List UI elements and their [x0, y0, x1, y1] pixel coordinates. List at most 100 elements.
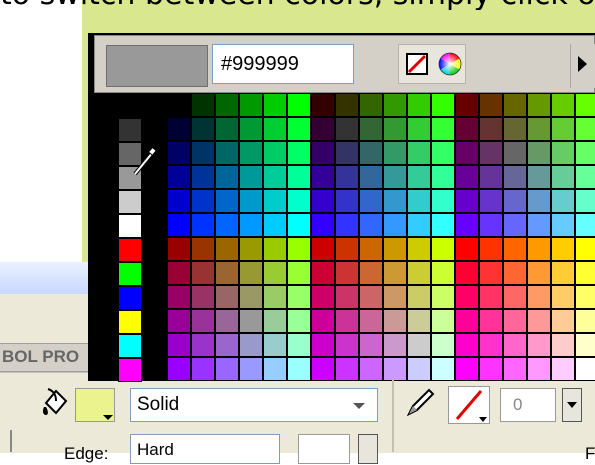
color-swatch[interactable] — [288, 238, 310, 260]
color-swatch[interactable] — [336, 334, 358, 356]
color-swatch[interactable] — [552, 334, 574, 356]
color-swatch[interactable] — [336, 166, 358, 188]
stroke-width-input[interactable]: 0 — [500, 388, 556, 422]
color-swatch[interactable] — [528, 334, 550, 356]
basic-color-swatch[interactable] — [118, 214, 142, 238]
color-swatch[interactable] — [408, 190, 430, 212]
color-swatch[interactable] — [552, 94, 574, 116]
color-swatch[interactable] — [312, 94, 334, 116]
color-swatch[interactable] — [240, 190, 262, 212]
color-swatch[interactable] — [576, 166, 595, 188]
color-swatch[interactable] — [504, 334, 526, 356]
color-swatch[interactable] — [552, 118, 574, 140]
edge-value-input[interactable] — [298, 434, 350, 464]
color-swatch[interactable] — [384, 334, 406, 356]
color-swatch[interactable] — [432, 94, 454, 116]
color-swatch[interactable] — [216, 190, 238, 212]
color-swatch[interactable] — [528, 310, 550, 332]
color-swatch[interactable] — [336, 214, 358, 236]
color-swatch[interactable] — [576, 190, 595, 212]
color-wheel-icon[interactable] — [438, 52, 462, 76]
color-swatch[interactable] — [480, 310, 502, 332]
no-color-icon[interactable] — [406, 53, 428, 75]
color-swatch[interactable] — [360, 94, 382, 116]
color-swatch[interactable] — [384, 310, 406, 332]
color-swatch[interactable] — [384, 142, 406, 164]
color-swatch[interactable] — [504, 310, 526, 332]
color-swatch[interactable] — [576, 358, 595, 380]
color-swatch[interactable] — [456, 262, 478, 284]
color-swatch[interactable] — [384, 262, 406, 284]
color-swatch[interactable] — [384, 166, 406, 188]
color-swatch[interactable] — [576, 310, 595, 332]
color-swatch[interactable] — [312, 334, 334, 356]
color-swatch[interactable] — [288, 262, 310, 284]
color-swatch[interactable] — [360, 166, 382, 188]
color-swatch[interactable] — [336, 286, 358, 308]
color-swatch[interactable] — [576, 334, 595, 356]
color-swatch[interactable] — [240, 310, 262, 332]
color-swatch[interactable] — [312, 142, 334, 164]
color-swatch[interactable] — [504, 238, 526, 260]
color-swatch[interactable] — [432, 166, 454, 188]
color-swatch[interactable] — [432, 190, 454, 212]
basic-color-swatch[interactable] — [118, 262, 142, 286]
color-swatch[interactable] — [384, 286, 406, 308]
color-swatch[interactable] — [264, 166, 286, 188]
color-swatch[interactable] — [504, 94, 526, 116]
color-swatch[interactable] — [552, 166, 574, 188]
color-swatch[interactable] — [504, 166, 526, 188]
color-swatch[interactable] — [384, 190, 406, 212]
color-swatch[interactable] — [360, 142, 382, 164]
color-swatch[interactable] — [288, 118, 310, 140]
color-swatch[interactable] — [240, 142, 262, 164]
color-swatch[interactable] — [504, 214, 526, 236]
color-swatch[interactable] — [480, 334, 502, 356]
color-swatch[interactable] — [312, 358, 334, 380]
color-swatch[interactable] — [552, 238, 574, 260]
color-swatch[interactable] — [576, 142, 595, 164]
color-swatch[interactable] — [456, 190, 478, 212]
color-swatch[interactable] — [552, 358, 574, 380]
color-swatch[interactable] — [168, 94, 190, 116]
color-swatch[interactable] — [264, 118, 286, 140]
color-swatch[interactable] — [192, 142, 214, 164]
color-swatch[interactable] — [408, 166, 430, 188]
color-swatch[interactable] — [312, 214, 334, 236]
color-swatch[interactable] — [456, 118, 478, 140]
color-swatch[interactable] — [528, 190, 550, 212]
color-swatch[interactable] — [312, 310, 334, 332]
color-swatch[interactable] — [576, 94, 595, 116]
color-swatch[interactable] — [480, 286, 502, 308]
color-swatch[interactable] — [264, 262, 286, 284]
color-swatch[interactable] — [336, 118, 358, 140]
color-swatch[interactable] — [216, 94, 238, 116]
color-swatch[interactable] — [312, 190, 334, 212]
color-swatch[interactable] — [552, 310, 574, 332]
color-swatch[interactable] — [504, 118, 526, 140]
color-swatch[interactable] — [456, 94, 478, 116]
color-swatch[interactable] — [456, 310, 478, 332]
color-swatch[interactable] — [360, 286, 382, 308]
color-swatch[interactable] — [288, 94, 310, 116]
color-swatch[interactable] — [336, 358, 358, 380]
color-swatch[interactable] — [336, 142, 358, 164]
color-swatch[interactable] — [480, 166, 502, 188]
color-swatch[interactable] — [288, 334, 310, 356]
color-swatch[interactable] — [552, 214, 574, 236]
color-swatch[interactable] — [576, 214, 595, 236]
color-swatch[interactable] — [408, 358, 430, 380]
color-swatch[interactable] — [384, 94, 406, 116]
color-swatch[interactable] — [216, 310, 238, 332]
color-swatch[interactable] — [528, 238, 550, 260]
color-swatch[interactable] — [576, 238, 595, 260]
color-swatch[interactable] — [456, 358, 478, 380]
color-swatch[interactable] — [312, 262, 334, 284]
color-swatch[interactable] — [192, 238, 214, 260]
color-swatch[interactable] — [312, 286, 334, 308]
stroke-width-stepper[interactable] — [562, 388, 582, 422]
color-swatch[interactable] — [288, 358, 310, 380]
color-swatch[interactable] — [528, 142, 550, 164]
color-swatch[interactable] — [312, 238, 334, 260]
color-swatch[interactable] — [216, 286, 238, 308]
